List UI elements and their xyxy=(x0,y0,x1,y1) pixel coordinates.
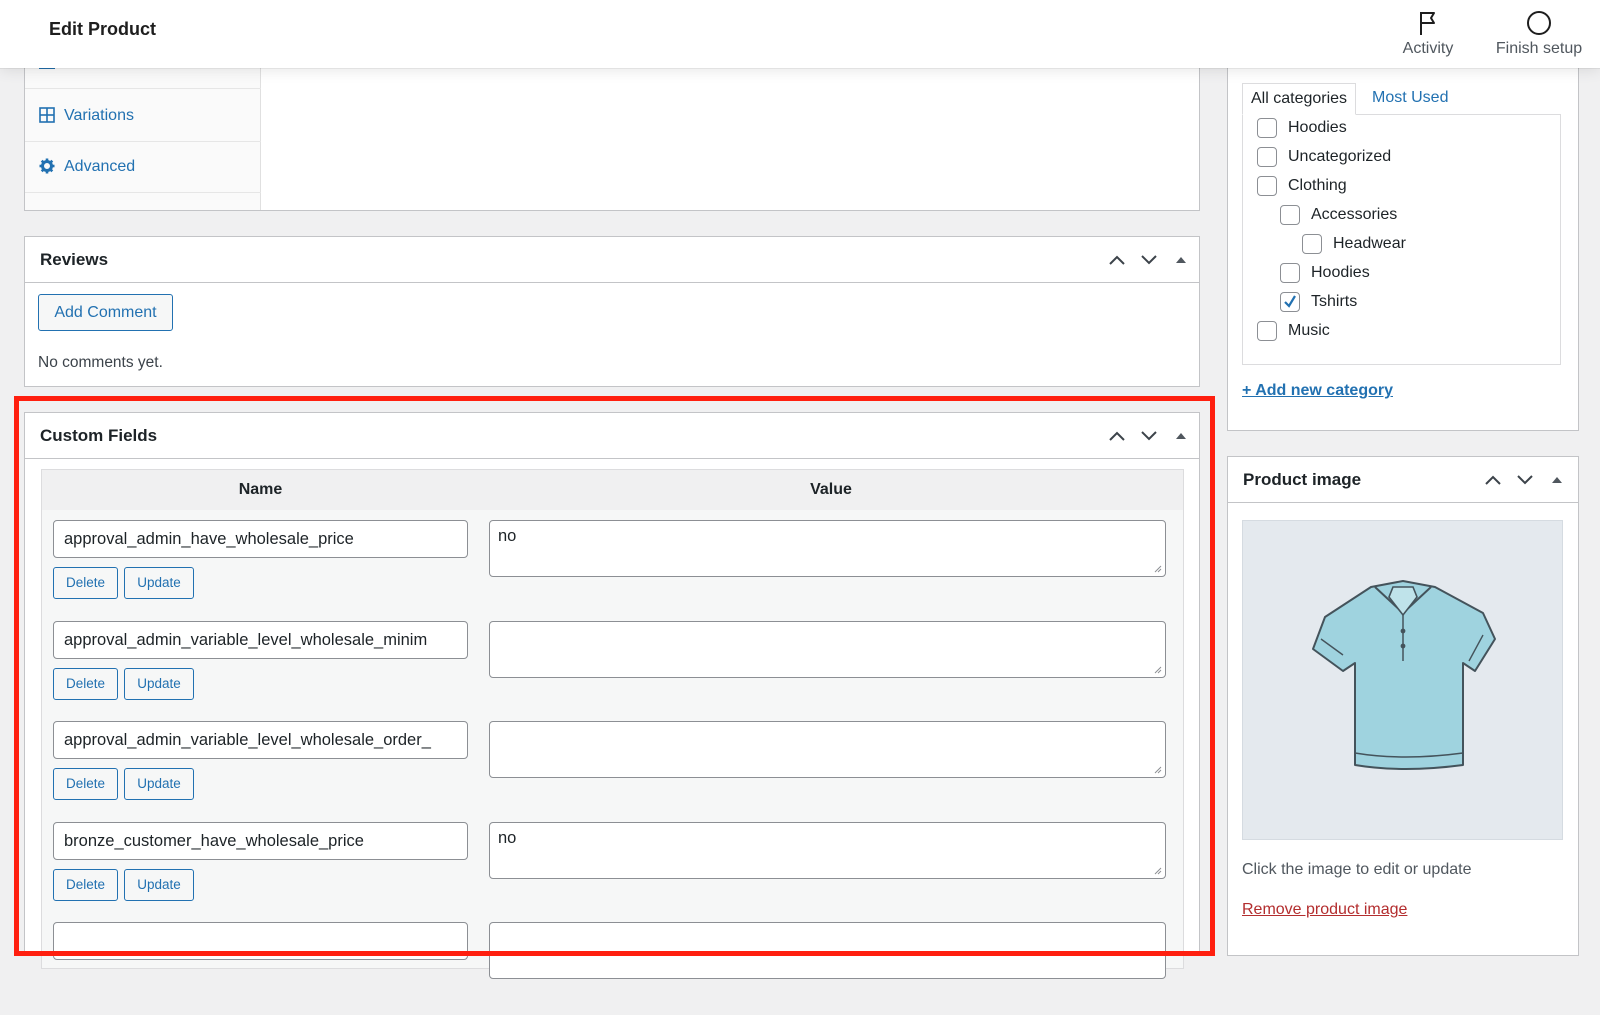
finish-setup-button[interactable]: Finish setup xyxy=(1484,8,1594,58)
reviews-title: Reviews xyxy=(40,250,109,269)
meta-key-input[interactable]: approval_admin_variable_level_wholesale_… xyxy=(53,621,468,659)
tab-label: Advanced xyxy=(64,158,136,175)
resize-grip-icon[interactable] xyxy=(1152,865,1162,875)
update-button[interactable]: Update xyxy=(124,567,194,599)
category-checkbox[interactable] xyxy=(1257,176,1277,196)
custom-fields-title: Custom Fields xyxy=(40,426,158,445)
collapse-triangle-icon[interactable] xyxy=(1165,422,1197,450)
category-label: Music xyxy=(1288,322,1330,339)
top-header: Edit Product Activity Finish setup xyxy=(0,0,1600,68)
custom-fields-panel: Custom Fields Name Value approval_admin_… xyxy=(24,412,1200,979)
panel-controls xyxy=(1477,466,1573,494)
meta-key-input[interactable]: approval_admin_variable_level_wholesale_… xyxy=(53,721,468,759)
grid-icon xyxy=(39,107,55,123)
activity-button[interactable]: Activity xyxy=(1373,8,1483,58)
custom-fields-header: Custom Fields xyxy=(25,413,1199,459)
chevron-up-icon[interactable] xyxy=(1101,422,1133,450)
category-label: Headwear xyxy=(1333,235,1406,252)
column-header-name: Name xyxy=(42,470,479,510)
delete-button[interactable]: Delete xyxy=(53,567,118,599)
category-checkbox[interactable] xyxy=(1280,205,1300,225)
meta-key-input[interactable]: approval_admin_have_wholesale_price xyxy=(53,520,468,558)
category-label: Hoodies xyxy=(1288,119,1347,136)
delete-button[interactable]: Delete xyxy=(53,869,118,901)
meta-value-textarea[interactable] xyxy=(489,621,1166,678)
custom-fields-table: Name Value approval_admin_have_wholesale… xyxy=(41,469,1184,979)
reviews-header: Reviews xyxy=(25,237,1199,283)
category-label: Uncategorized xyxy=(1288,148,1392,165)
category-checkbox[interactable] xyxy=(1302,234,1322,254)
tab-advanced[interactable]: Advanced xyxy=(25,142,261,193)
chevron-down-icon[interactable] xyxy=(1509,466,1541,494)
table-row: approval_admin_have_wholesale_price no D… xyxy=(42,510,1183,613)
delete-button[interactable]: Delete xyxy=(53,768,118,800)
category-label: Hoodies xyxy=(1311,264,1370,281)
product-image-panel: Product image Click the image to edit or… xyxy=(1227,456,1579,956)
no-comments-text: No comments yet. xyxy=(38,354,163,371)
reviews-panel: Reviews Add Comment No comments yet. xyxy=(24,236,1200,387)
meta-value-text: no xyxy=(498,527,517,545)
gear-icon xyxy=(39,158,55,174)
flag-icon xyxy=(1420,12,1435,35)
tab-variations[interactable]: Variations xyxy=(25,91,261,142)
meta-value-text: no xyxy=(498,829,517,847)
remove-product-image-link[interactable]: Remove product image xyxy=(1242,901,1407,919)
circle-icon xyxy=(1527,11,1551,35)
panel-controls xyxy=(1101,246,1197,274)
page-title: Edit Product xyxy=(49,19,156,39)
product-categories-panel: All categories Most Used Hoodies Uncateg… xyxy=(1227,40,1579,431)
category-checkbox[interactable] xyxy=(1257,118,1277,138)
product-image-header: Product image xyxy=(1228,457,1578,503)
table-row xyxy=(42,912,1183,1015)
table-row: bronze_customer_have_wholesale_price no … xyxy=(42,812,1183,915)
collapse-triangle-icon[interactable] xyxy=(1541,466,1573,494)
polo-shirt-image xyxy=(1312,580,1496,770)
tab-most-used[interactable]: Most Used xyxy=(1364,83,1456,115)
resize-grip-icon[interactable] xyxy=(1152,563,1162,573)
tab-all-categories[interactable]: All categories xyxy=(1242,83,1357,115)
delete-button[interactable]: Delete xyxy=(53,668,118,700)
category-label: Tshirts xyxy=(1311,293,1358,310)
category-checkbox[interactable] xyxy=(1280,263,1300,283)
update-button[interactable]: Update xyxy=(124,869,194,901)
meta-key-input[interactable]: bronze_customer_have_wholesale_price xyxy=(53,822,468,860)
checkmark-icon xyxy=(1284,295,1296,308)
chevron-up-icon[interactable] xyxy=(1477,466,1509,494)
panel-controls xyxy=(1101,422,1197,450)
meta-key-input[interactable] xyxy=(53,922,468,960)
image-hint-text: Click the image to edit or update xyxy=(1242,861,1472,878)
category-label: Clothing xyxy=(1288,177,1347,194)
activity-label: Activity xyxy=(1402,40,1454,57)
category-checkbox[interactable] xyxy=(1257,147,1277,167)
add-comment-button[interactable]: Add Comment xyxy=(38,294,173,331)
column-header-value: Value xyxy=(479,470,1183,510)
resize-grip-icon[interactable] xyxy=(1152,764,1162,774)
category-checkbox[interactable] xyxy=(1257,321,1277,341)
product-image-title: Product image xyxy=(1243,470,1362,489)
table-row: approval_admin_variable_level_wholesale_… xyxy=(42,611,1183,714)
meta-value-textarea[interactable] xyxy=(489,922,1166,979)
category-checkbox-checked[interactable] xyxy=(1280,292,1300,312)
tab-label: Variations xyxy=(64,107,134,124)
meta-value-textarea[interactable] xyxy=(489,721,1166,778)
meta-value-textarea[interactable]: no xyxy=(489,520,1166,577)
chevron-down-icon[interactable] xyxy=(1133,246,1165,274)
meta-value-textarea[interactable]: no xyxy=(489,822,1166,879)
collapse-triangle-icon[interactable] xyxy=(1165,246,1197,274)
chevron-down-icon[interactable] xyxy=(1133,422,1165,450)
chevron-up-icon[interactable] xyxy=(1101,246,1133,274)
table-row: approval_admin_variable_level_wholesale_… xyxy=(42,711,1183,814)
category-label: Accessories xyxy=(1311,206,1398,223)
finish-setup-label: Finish setup xyxy=(1495,40,1583,57)
category-checklist: Hoodies Uncategorized Clothing Accessori… xyxy=(1242,114,1561,365)
resize-grip-icon[interactable] xyxy=(1152,664,1162,674)
update-button[interactable]: Update xyxy=(124,668,194,700)
update-button[interactable]: Update xyxy=(124,768,194,800)
add-new-category-link[interactable]: + Add new category xyxy=(1242,382,1393,400)
product-image-thumbnail[interactable] xyxy=(1242,520,1563,840)
